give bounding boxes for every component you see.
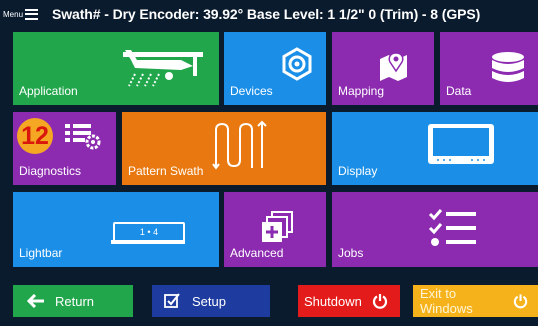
hamburger-menu-icon[interactable] [25,8,39,20]
status-text: Swath# - Dry Encoder: 39.92° Base Level:… [52,6,481,22]
map-pin-icon [380,52,407,81]
tile-label: Application [19,84,78,98]
tile-label: Diagnostics [19,164,82,178]
tile-advanced[interactable]: Advanced [224,192,326,267]
lightbar-base [111,240,185,244]
tile-display[interactable]: Display [332,112,538,185]
return-button[interactable]: Return [13,285,133,317]
tile-jobs[interactable]: Jobs [332,192,538,267]
database-icon [492,52,524,82]
tile-label: Data [446,84,472,98]
return-label: Return [55,293,95,309]
setup-button[interactable]: Setup [152,285,270,317]
exit-to-windows-button[interactable]: Exit to Windows [413,285,538,317]
tile-pattern-swath[interactable]: Pattern Swath [122,112,326,185]
tile-label: Mapping [338,84,385,98]
arrow-left-icon [27,294,44,308]
tile-label: Pattern Swath [128,164,204,178]
tile-lightbar[interactable]: 1 • 4 Lightbar [13,192,219,267]
status-header: Menu Swath# - Dry Encoder: 39.92° Base L… [0,0,538,28]
power-icon [372,294,387,309]
tile-label: Display [338,164,378,178]
tile-label: Lightbar [19,246,63,260]
lightbar-icon: 1 • 4 [113,222,185,242]
tile-mapping[interactable]: Mapping [332,32,434,105]
list-gear-icon [65,124,101,150]
monitor-icon [428,124,494,164]
checklist-icon [428,209,476,246]
hexagon-gear-icon [282,47,312,81]
checkbox-icon [164,293,180,308]
power-icon [513,294,528,309]
setup-label: Setup [192,293,226,309]
tile-diagnostics[interactable]: 12 Diagnostics [13,112,116,185]
tile-label: Devices [230,84,273,98]
exit-label: Exit to Windows [420,286,473,316]
tile-label: Jobs [338,246,364,260]
tile-data[interactable]: Data [440,32,538,105]
shutdown-label: Shutdown [304,293,362,309]
lightbar-readout: 1 • 4 [139,227,159,237]
crop-duster-plane-icon [123,50,203,87]
menu-label[interactable]: Menu [3,10,23,19]
tile-devices[interactable]: Devices [224,32,326,105]
shutdown-button[interactable]: Shutdown [298,285,400,317]
tile-application[interactable]: Application [13,32,219,105]
serpentine-arrows-icon [212,120,267,170]
tile-label: Advanced [230,246,284,260]
notification-badge: 12 [17,118,53,154]
layered-plus-icon [262,211,293,242]
